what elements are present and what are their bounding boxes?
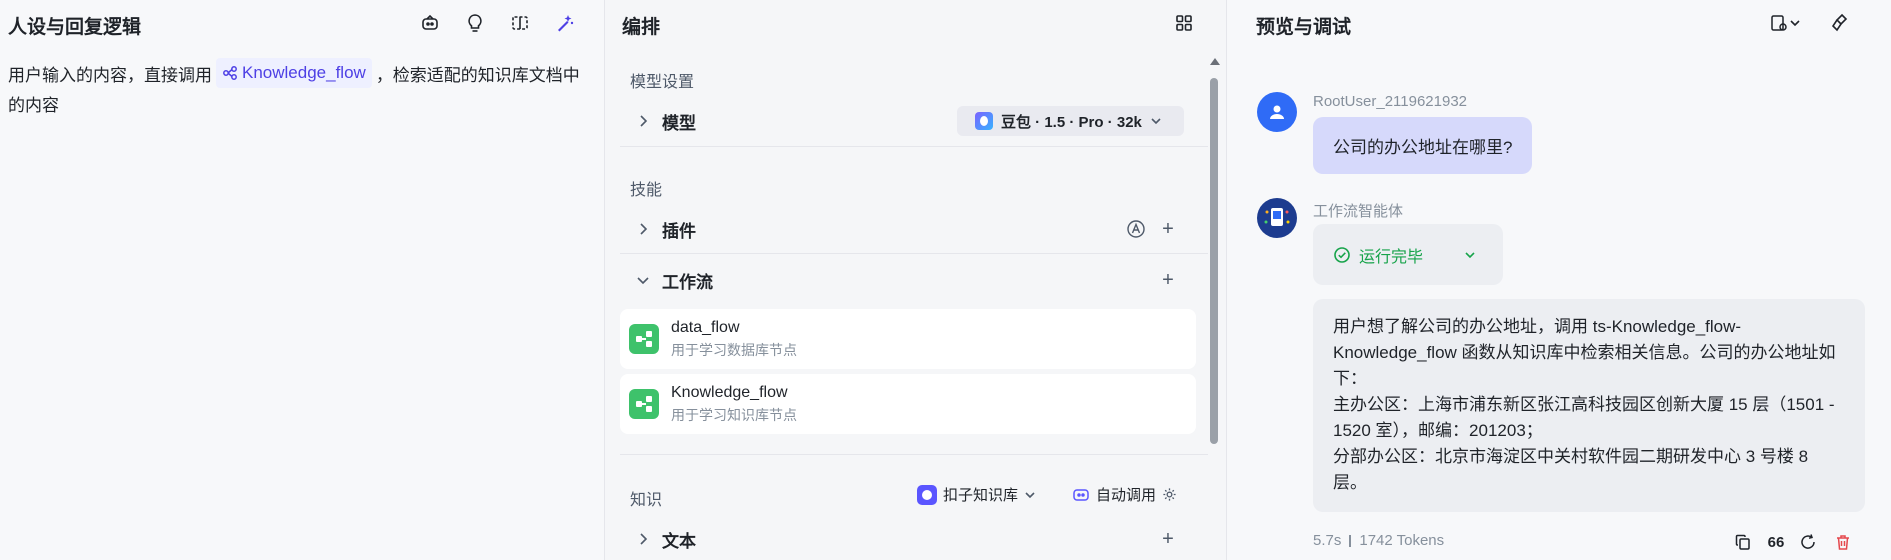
- check-circle-icon: [1334, 246, 1350, 263]
- bot-robot-icon: [1264, 208, 1290, 226]
- auto-mode-icon[interactable]: [1126, 219, 1146, 239]
- divider: [620, 253, 1208, 254]
- magic-wand-icon[interactable]: [552, 10, 578, 36]
- chevron-down-icon: [1465, 251, 1475, 258]
- persona-text-before: 用户输入的内容，直接调用: [8, 66, 212, 85]
- workflow-reference-chip[interactable]: Knowledge_flow: [216, 58, 372, 88]
- user-message-bubble: 公司的办公地址在哪里?: [1313, 117, 1533, 174]
- doubao-logo-icon: [975, 112, 993, 130]
- reply-paragraph: 用户想了解公司的办公地址，调用 ts-Knowledge_flow-Knowle…: [1333, 317, 1836, 388]
- workflow-description: 用于学习数据库节点: [671, 341, 797, 358]
- preview-panel-title: 预览与调试: [1256, 17, 1352, 38]
- document-settings-icon: [1771, 15, 1787, 31]
- meta-separator: [1349, 534, 1352, 547]
- debug-settings-dropdown[interactable]: [1763, 10, 1807, 36]
- workflow-name: Knowledge_flow: [671, 383, 788, 401]
- workflow-icon: [223, 66, 237, 80]
- chevron-down-icon: [1151, 118, 1161, 125]
- plugins-label: 插件: [662, 221, 696, 241]
- chevron-down-icon: [1025, 491, 1035, 498]
- scroll-thumb[interactable]: [1210, 78, 1218, 444]
- knowledge-base-select[interactable]: 扣子知识库: [917, 484, 1036, 505]
- coze-logo-icon: [917, 484, 937, 505]
- split-view-icon[interactable]: [507, 10, 533, 36]
- user-avatar: [1257, 92, 1297, 132]
- workflow-label: 工作流: [662, 272, 713, 292]
- reply-meta: 5.7s 1742 Tokens: [1313, 532, 1444, 549]
- add-workflow-button[interactable]: +: [1157, 269, 1179, 291]
- response-duration: 5.7s: [1313, 532, 1342, 549]
- chevron-right-icon[interactable]: [630, 526, 656, 552]
- model-label: 模型: [662, 113, 696, 133]
- robot-icon: [1073, 488, 1089, 501]
- orchestration-panel: 编排 模型设置 模型 豆包 · 1.5 · Pro · 32k 技能 插件 + …: [605, 0, 1227, 560]
- workflow-card-knowledge-flow[interactable]: Knowledge_flow 用于学习知识库节点: [620, 374, 1196, 434]
- workflow-icon: [629, 389, 659, 419]
- bot-avatar: [1257, 198, 1297, 238]
- run-status-text: 运行完毕: [1359, 248, 1424, 266]
- workflow-card-data-flow[interactable]: data_flow 用于学习数据库节点: [620, 309, 1196, 369]
- copy-icon[interactable]: [1731, 530, 1755, 554]
- delete-icon[interactable]: [1831, 530, 1855, 554]
- auto-call-label: 自动调用: [1096, 487, 1157, 504]
- quote-button[interactable]: 66: [1764, 530, 1788, 554]
- knowledge-base-select-value: 扣子知识库: [943, 487, 1019, 504]
- bot-name: 工作流智能体: [1313, 203, 1404, 220]
- bulb-icon[interactable]: [462, 10, 488, 36]
- chevron-down-icon: [1790, 20, 1800, 27]
- add-text-knowledge-button[interactable]: +: [1157, 528, 1179, 550]
- persona-panel: 人设与回复逻辑 用户输入的内容，直接调用 Knowledge_flow ，检索适配的…: [0, 0, 605, 560]
- workflow-reference-name: Knowledge_flow: [242, 63, 366, 82]
- chevron-right-icon[interactable]: [630, 216, 656, 242]
- plugins-row[interactable]: 插件: [620, 208, 1210, 250]
- workflow-row[interactable]: 工作流: [620, 259, 1210, 301]
- divider: [620, 146, 1208, 147]
- chevron-right-icon[interactable]: [630, 108, 656, 134]
- robot-edit-icon[interactable]: [417, 10, 443, 36]
- skills-label: 技能: [630, 182, 663, 199]
- text-knowledge-row[interactable]: 文本: [620, 518, 1210, 560]
- user-name: RootUser_2119621932: [1313, 93, 1468, 110]
- user-icon: [1270, 105, 1284, 119]
- workflow-icon: [629, 324, 659, 354]
- scroll-up-arrow[interactable]: [1210, 58, 1220, 65]
- model-select-value: 豆包 · 1.5 · Pro · 32k: [1001, 113, 1142, 131]
- reply-paragraph: 主办公区：上海市浦东新区张江高科技园区创新大厦 15 层（1501 - 1520…: [1333, 395, 1835, 440]
- broom-clear-icon[interactable]: [1827, 10, 1853, 36]
- knowledge-label: 知识: [630, 492, 663, 509]
- auto-call-setting[interactable]: 自动调用: [1072, 484, 1177, 505]
- persona-text[interactable]: 用户输入的内容，直接调用 Knowledge_flow ，检索适配的知识库文档中的内…: [8, 58, 593, 121]
- scrollbar[interactable]: [1208, 58, 1220, 560]
- bot-reply-bubble: 用户想了解公司的办公地址，调用 ts-Knowledge_flow-Knowle…: [1313, 299, 1865, 512]
- preview-debug-panel: 预览与调试 RootUser_2119621932 公司的办公地址在哪里? 工作…: [1227, 0, 1891, 560]
- chevron-down-icon[interactable]: [630, 267, 656, 293]
- model-settings-label: 模型设置: [630, 74, 695, 91]
- divider: [620, 454, 1208, 455]
- workflow-name: data_flow: [671, 318, 740, 336]
- orchestration-panel-title: 编排: [622, 17, 661, 38]
- add-plugin-button[interactable]: +: [1157, 218, 1179, 240]
- reply-paragraph: 分部办公区：北京市海淀区中关村软件园二期研发中心 3 号楼 8 层。: [1333, 447, 1809, 492]
- token-count: 1742 Tokens: [1359, 532, 1445, 549]
- persona-panel-title: 人设与回复逻辑: [8, 17, 142, 38]
- model-select[interactable]: 豆包 · 1.5 · Pro · 32k: [957, 106, 1184, 136]
- run-status-card[interactable]: 运行完毕: [1313, 224, 1503, 285]
- gear-icon[interactable]: [1162, 487, 1177, 502]
- workflow-description: 用于学习知识库节点: [671, 406, 797, 423]
- text-knowledge-label: 文本: [662, 531, 696, 551]
- grid-layout-icon[interactable]: [1171, 10, 1197, 36]
- regenerate-icon[interactable]: [1796, 530, 1820, 554]
